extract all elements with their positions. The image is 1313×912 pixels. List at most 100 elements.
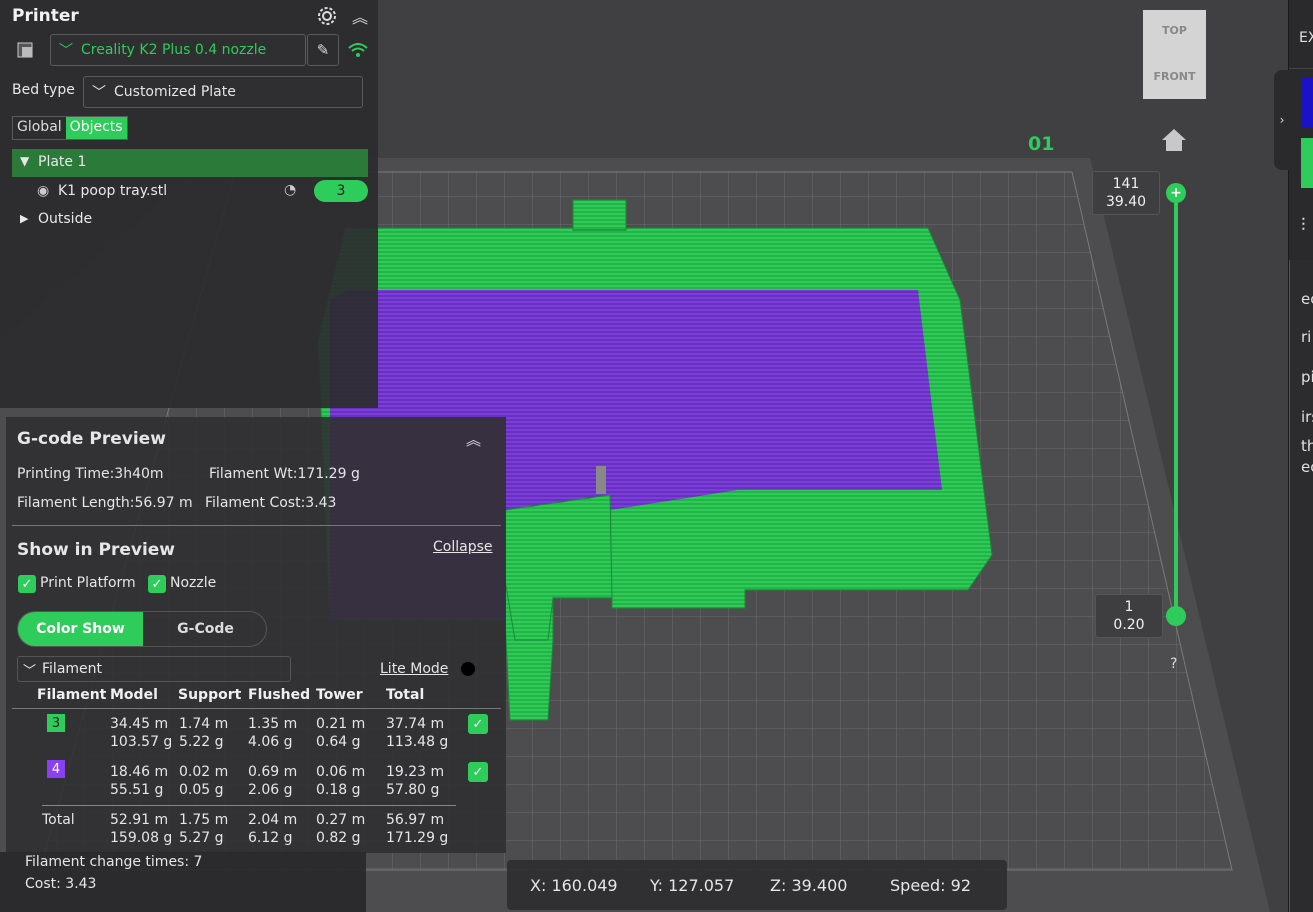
- table-cell: 2.06 g: [248, 782, 293, 798]
- nozzle-checkbox[interactable]: ✓: [148, 575, 166, 593]
- coordinate-bar: X: 160.049 Y: 127.057 Z: 39.400 Speed: 9…: [507, 860, 1007, 910]
- layer-slider-top-handle[interactable]: +: [1166, 183, 1186, 203]
- outside-label: Outside: [38, 211, 93, 227]
- table-cell: 1.74 m: [179, 716, 229, 732]
- tab-global[interactable]: Global: [13, 117, 66, 139]
- top-layer-height: 39.40: [1105, 194, 1147, 210]
- object-filament-badge[interactable]: 3: [314, 180, 368, 202]
- table-cell: 159.08 g: [110, 830, 173, 846]
- gcode-preview-title: G-code Preview: [17, 429, 166, 449]
- right-panel-green-swatch[interactable]: [1301, 138, 1313, 188]
- chevron-down-icon: ﹀: [59, 43, 73, 59]
- top-layer-label: 141 39.40: [1092, 171, 1160, 215]
- gear-icon[interactable]: [315, 4, 339, 28]
- model-tab: [572, 199, 627, 231]
- bottom-layer-height: 0.20: [1113, 617, 1145, 633]
- plate-label: Plate 1: [38, 154, 87, 170]
- filament-swatch-3: 3: [47, 714, 65, 732]
- object-row[interactable]: ◉ K1 poop tray.stl ◔ 3: [12, 178, 368, 206]
- model-post: [596, 466, 606, 494]
- right-panel-line-4: irs: [1301, 408, 1313, 426]
- expand-down-icon[interactable]: ▼: [20, 154, 29, 168]
- panel-collapse-arrow-icon[interactable]: ›: [1274, 70, 1290, 170]
- y-coordinate: Y: 127.057: [650, 876, 735, 895]
- total-label: Total: [42, 812, 75, 828]
- collapse-up-icon[interactable]: ︽: [466, 429, 481, 450]
- tab-objects[interactable]: Objects: [65, 117, 127, 139]
- settings-sliders-icon[interactable]: ⫶: [1301, 215, 1306, 236]
- top-layer-number: 141: [1112, 176, 1140, 192]
- table-cell: 2.04 m: [248, 812, 298, 828]
- slicer-app: 01 TOP FRONT + 141 39.40 1 0.20 ? EX ⫶ e…: [0, 0, 1313, 912]
- nozzle-label: Nozzle: [170, 575, 217, 591]
- filament-3-visibility-checkbox[interactable]: ✓: [468, 714, 488, 734]
- collapse-link[interactable]: Collapse: [433, 539, 493, 555]
- table-cell: 0.82 g: [316, 830, 361, 846]
- table-cell: 6.12 g: [248, 830, 293, 846]
- filament-dropdown-label: Filament: [42, 661, 103, 677]
- print-platform-checkbox[interactable]: ✓: [18, 575, 36, 593]
- bed-type-select[interactable]: ﹀ Customized Plate: [83, 76, 363, 108]
- view-cube[interactable]: TOP FRONT: [1143, 10, 1206, 99]
- right-panel-line-6: ec: [1301, 458, 1313, 476]
- table-cell: 113.48 g: [386, 734, 449, 750]
- right-panel-top-text: EX: [1299, 30, 1313, 46]
- z-coordinate: Z: 39.400: [770, 876, 848, 895]
- table-cell: 34.45 m: [110, 716, 169, 732]
- col-tower: Tower: [316, 687, 363, 703]
- table-cell: 0.18 g: [316, 782, 361, 798]
- cost-summary: Cost: 3.43: [25, 876, 97, 892]
- eye-icon[interactable]: ◉: [37, 183, 49, 199]
- table-cell: 37.74 m: [386, 716, 445, 732]
- view-mode-toggle: Color Show G-Code: [17, 611, 267, 647]
- printer-select[interactable]: ﹀ Creality K2 Plus 0.4 nozzle: [50, 34, 306, 66]
- gcode-preview-panel: G-code Preview ︽ Printing Time:3h40m Fil…: [6, 417, 506, 853]
- collapse-up-icon[interactable]: ︽: [350, 4, 370, 28]
- col-filament: Filament: [37, 687, 107, 703]
- table-cell: 57.80 g: [386, 782, 440, 798]
- wifi-icon[interactable]: [344, 36, 372, 64]
- filament-swatch-4: 4: [47, 760, 65, 778]
- printing-time: Printing Time:3h40m: [17, 466, 164, 482]
- right-panel-line-3: pi: [1301, 368, 1313, 386]
- layer-slider-bottom-handle[interactable]: [1166, 606, 1186, 626]
- color-show-button[interactable]: Color Show: [18, 612, 143, 646]
- expand-right-icon[interactable]: ▶: [20, 212, 28, 225]
- col-flushed: Flushed: [248, 687, 311, 703]
- right-panel-blue-swatch[interactable]: [1301, 78, 1313, 128]
- filament-dropdown[interactable]: ﹀ Filament: [17, 656, 291, 682]
- right-panel-line-2: ri: [1301, 328, 1312, 346]
- table-cell: 52.91 m: [110, 812, 169, 828]
- table-cell: 55.51 g: [110, 782, 164, 798]
- col-model: Model: [110, 687, 158, 703]
- view-cube-front[interactable]: FRONT: [1143, 70, 1206, 83]
- home-icon[interactable]: [1160, 126, 1188, 154]
- layer-slider-track[interactable]: [1174, 192, 1178, 616]
- filament-change-info: Filament change times: 7 Cost: 3.43: [0, 852, 366, 912]
- view-cube-top[interactable]: TOP: [1143, 24, 1206, 37]
- right-panel-line-1: ec: [1301, 290, 1313, 308]
- edit-printer-pencil-icon[interactable]: ✎: [307, 34, 339, 66]
- table-cell: 171.29 g: [386, 830, 449, 846]
- printer-name: Creality K2 Plus 0.4 nozzle: [81, 42, 267, 58]
- table-cell: 0.05 g: [179, 782, 224, 798]
- gcode-button[interactable]: G-Code: [143, 612, 266, 646]
- print-platform-label: Print Platform: [40, 575, 136, 591]
- table-cell: 5.22 g: [179, 734, 224, 750]
- plate-row[interactable]: ▼ Plate 1: [12, 149, 368, 177]
- bottom-layer-label: 1 0.20: [1095, 594, 1163, 638]
- col-total: Total: [386, 687, 425, 703]
- table-cell: 0.69 m: [248, 764, 298, 780]
- table-cell: 0.02 m: [179, 764, 229, 780]
- lite-mode-link[interactable]: Lite Mode: [380, 661, 448, 677]
- lite-mode-toggle[interactable]: [461, 662, 475, 676]
- plate-number: 01: [1028, 133, 1055, 155]
- outside-row[interactable]: ▶ Outside: [12, 206, 368, 234]
- table-cell: 0.21 m: [316, 716, 366, 732]
- x-coordinate: X: 160.049: [530, 876, 618, 895]
- slider-help-icon[interactable]: ?: [1170, 656, 1177, 672]
- chevron-down-icon: ﹀: [23, 664, 37, 679]
- table-cell: 18.46 m: [110, 764, 169, 780]
- paint-icon[interactable]: ◔: [284, 182, 296, 198]
- filament-4-visibility-checkbox[interactable]: ✓: [468, 762, 488, 782]
